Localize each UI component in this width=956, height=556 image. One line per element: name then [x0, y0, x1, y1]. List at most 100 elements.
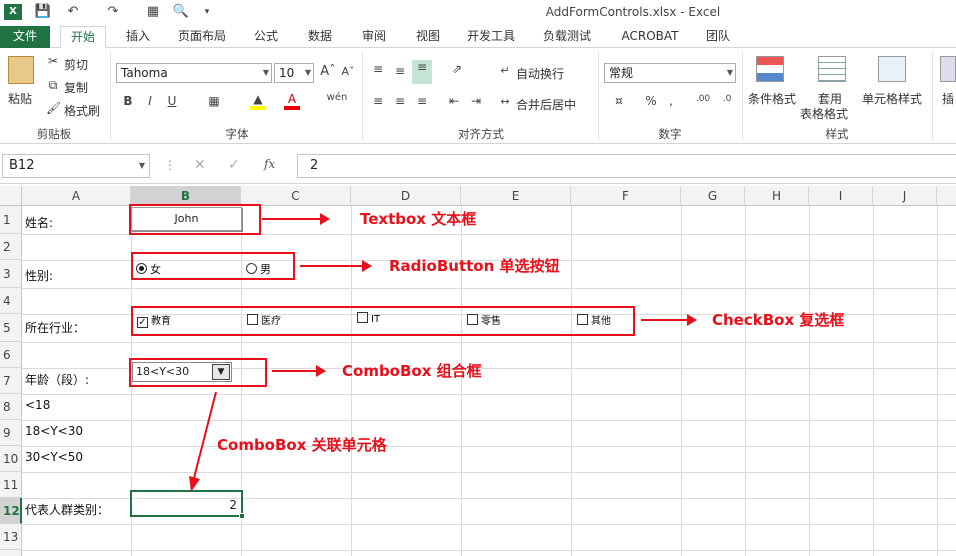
- column-header-c[interactable]: C: [241, 186, 351, 206]
- row-header-13[interactable]: 13: [0, 524, 22, 550]
- row-header-10[interactable]: 10: [0, 446, 22, 472]
- column-header-b[interactable]: B: [131, 186, 241, 206]
- fill-color-icon[interactable]: ▲: [250, 92, 266, 110]
- number-format-select[interactable]: 常规 ▼: [604, 63, 736, 83]
- wrap-text-button[interactable]: 自动换行: [516, 65, 564, 82]
- currency-icon[interactable]: ¤: [608, 94, 630, 108]
- conditional-format-button[interactable]: 条件格式: [748, 90, 796, 107]
- column-header-h[interactable]: H: [745, 186, 809, 206]
- bold-button[interactable]: B: [122, 94, 134, 108]
- paste-icon[interactable]: [8, 56, 34, 84]
- tab-view[interactable]: 视图: [406, 26, 450, 48]
- radio-highlight-frame: [131, 252, 295, 280]
- gridline: [22, 394, 956, 395]
- tab-acrobat[interactable]: ACROBAT: [612, 26, 688, 48]
- column-header-e[interactable]: E: [461, 186, 571, 206]
- tab-team[interactable]: 团队: [696, 26, 740, 48]
- cell-a8[interactable]: <18: [25, 398, 50, 412]
- font-color-icon[interactable]: A: [284, 92, 300, 110]
- phonetic-button[interactable]: wén: [324, 92, 350, 103]
- cell-a3[interactable]: 性别:: [25, 267, 53, 284]
- underline-button[interactable]: U: [166, 94, 178, 108]
- name-box-value: B12: [9, 158, 35, 173]
- align-left-icon[interactable]: ≡: [370, 94, 386, 108]
- italic-button[interactable]: I: [144, 94, 156, 108]
- gridline: [22, 446, 956, 447]
- percent-icon[interactable]: %: [644, 94, 658, 108]
- paste-button[interactable]: 粘贴: [8, 90, 32, 107]
- grow-font-icon[interactable]: Aˆ: [320, 64, 336, 79]
- cut-button[interactable]: 剪切: [64, 56, 88, 73]
- font-size-select[interactable]: 10 ▼: [274, 63, 314, 83]
- cell-a7[interactable]: 年龄（段）:: [25, 371, 89, 388]
- row-header-8[interactable]: 8: [0, 394, 22, 420]
- tab-data[interactable]: 数据: [298, 26, 342, 48]
- comma-style-icon[interactable]: ,: [666, 94, 676, 108]
- align-center-icon[interactable]: ≡: [392, 94, 408, 108]
- fill-handle[interactable]: [239, 513, 245, 519]
- borders-icon[interactable]: ▦: [206, 94, 222, 108]
- row-header-5[interactable]: 5: [0, 314, 22, 342]
- row-header-3[interactable]: 3: [0, 260, 22, 288]
- cell-a12[interactable]: 代表人群类别：: [25, 501, 109, 518]
- insert-button[interactable]: 插: [942, 90, 954, 107]
- format-painter-button[interactable]: 格式刷: [64, 102, 100, 119]
- insert-function-icon[interactable]: fx: [264, 157, 275, 171]
- formula-input[interactable]: 2: [297, 154, 956, 178]
- row-header-12[interactable]: 12: [0, 498, 22, 524]
- shrink-font-icon[interactable]: Aˇ: [340, 65, 356, 78]
- font-name-select[interactable]: Tahoma ▼: [116, 63, 272, 83]
- column-header-f[interactable]: F: [571, 186, 681, 206]
- annotation-textbox: Textbox 文本框: [360, 210, 477, 228]
- cell-styles-button[interactable]: 单元格样式: [862, 90, 922, 107]
- row-header-11[interactable]: 11: [0, 472, 22, 498]
- tab-page-layout[interactable]: 页面布局: [170, 26, 234, 48]
- chevron-down-icon: ▼: [262, 68, 269, 77]
- tab-home[interactable]: 开始: [60, 26, 106, 49]
- increase-decimal-icon[interactable]: .00: [694, 94, 712, 104]
- row-header-9[interactable]: 9: [0, 420, 22, 446]
- align-middle-icon[interactable]: ≡: [392, 64, 408, 78]
- tab-file[interactable]: 文件: [0, 26, 50, 48]
- tab-insert[interactable]: 插入: [116, 26, 160, 48]
- column-header-j[interactable]: J: [873, 186, 937, 206]
- cell-a1[interactable]: 姓名:: [25, 214, 53, 231]
- select-all-corner[interactable]: [0, 186, 22, 206]
- row-header-6[interactable]: 6: [0, 342, 22, 368]
- row-header-2[interactable]: 2: [0, 234, 22, 260]
- align-bottom-icon[interactable]: ≡: [412, 60, 432, 84]
- row-header-1[interactable]: 1: [0, 206, 22, 234]
- tab-load-test[interactable]: 负载测试: [534, 26, 600, 48]
- column-header-i[interactable]: I: [809, 186, 873, 206]
- tab-review[interactable]: 审阅: [352, 26, 396, 48]
- chevron-down-icon: ▼: [138, 161, 145, 170]
- orientation-icon[interactable]: ⇗: [446, 62, 468, 76]
- align-right-icon[interactable]: ≡: [414, 94, 430, 108]
- name-box[interactable]: B12 ▼: [2, 154, 150, 178]
- annotation-combobox: ComboBox 组合框: [342, 362, 482, 380]
- row-header-14[interactable]: [0, 550, 22, 556]
- alignment-group-label: 对齐方式: [458, 127, 504, 141]
- format-as-table-label2[interactable]: 表格格式: [800, 105, 848, 122]
- enter-icon[interactable]: ✓: [228, 157, 240, 173]
- row-header-4[interactable]: 4: [0, 288, 22, 314]
- column-header-d[interactable]: D: [351, 186, 461, 206]
- cell-a5[interactable]: 所在行业：: [25, 319, 85, 336]
- cancel-icon[interactable]: ✕: [194, 157, 206, 173]
- row-header-7[interactable]: 7: [0, 368, 22, 394]
- tab-developer[interactable]: 开发工具: [458, 26, 524, 48]
- column-header-a[interactable]: A: [22, 186, 131, 206]
- copy-button[interactable]: 复制: [64, 79, 88, 96]
- decrease-indent-icon[interactable]: ⇤: [446, 94, 462, 108]
- align-top-icon[interactable]: ≡: [370, 62, 386, 76]
- decrease-decimal-icon[interactable]: .0: [718, 94, 736, 104]
- cell-a9[interactable]: 18<Y<30: [25, 424, 83, 438]
- merge-center-button[interactable]: 合并后居中: [516, 96, 576, 113]
- number-format-value: 常规: [609, 66, 634, 80]
- column-header-k[interactable]: [937, 186, 956, 206]
- increase-indent-icon[interactable]: ⇥: [468, 94, 484, 108]
- cell-a10[interactable]: 30<Y<50: [25, 450, 83, 464]
- gridline: [873, 206, 874, 556]
- tab-formulas[interactable]: 公式: [244, 26, 288, 48]
- column-header-g[interactable]: G: [681, 186, 745, 206]
